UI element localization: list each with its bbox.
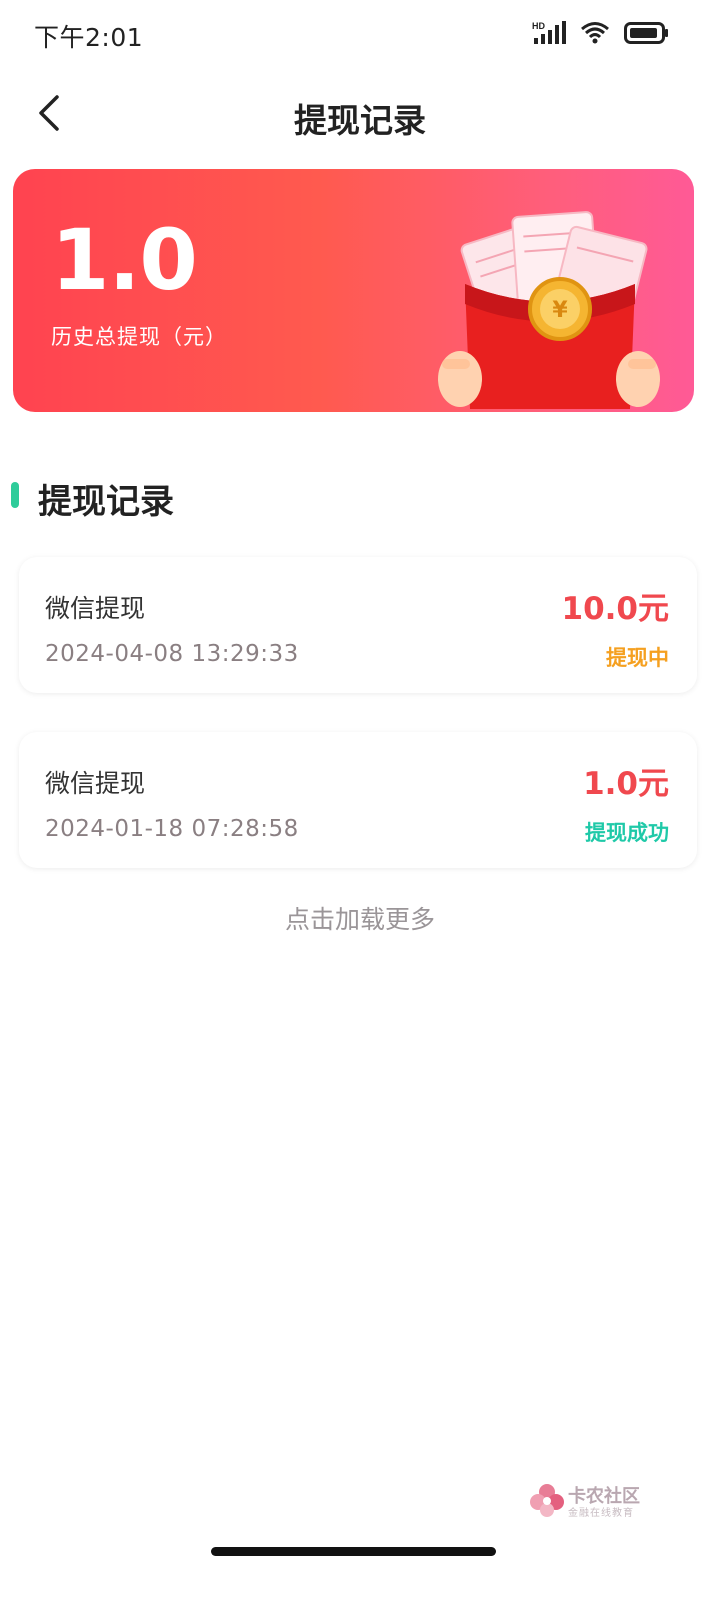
section-header: 提现记录 bbox=[0, 470, 720, 525]
watermark-logo: 卡农社区 金融在线教育 bbox=[530, 1482, 660, 1520]
section-title: 提现记录 bbox=[38, 482, 174, 522]
withdrawal-record[interactable]: 微信提现 2024-01-18 07:28:58 1.0元 提现成功 bbox=[19, 732, 697, 868]
record-time: 2024-01-18 07:28:58 bbox=[45, 816, 299, 842]
svg-text:¥: ¥ bbox=[552, 298, 568, 323]
record-type: 微信提现 bbox=[45, 769, 146, 798]
record-type: 微信提现 bbox=[45, 594, 146, 623]
page-title: 提现记录 bbox=[294, 101, 426, 140]
watermark-subtext: 金融在线教育 bbox=[568, 1508, 634, 1519]
signal-icon: HD bbox=[532, 20, 566, 46]
record-status: 提现成功 bbox=[585, 821, 669, 845]
flower-logo-icon bbox=[530, 1482, 564, 1522]
nav-bar: 提现记录 bbox=[0, 80, 720, 155]
hd-label: HD bbox=[532, 21, 545, 31]
wifi-icon bbox=[580, 21, 610, 45]
total-withdrawal-amount: 1.0 bbox=[51, 211, 198, 309]
load-more-button[interactable]: 点击加载更多 bbox=[0, 900, 720, 936]
record-amount: 10.0元 bbox=[561, 591, 670, 627]
withdrawal-record[interactable]: 微信提现 2024-04-08 13:29:33 10.0元 提现中 bbox=[19, 557, 697, 693]
red-envelope-illustration: ¥ bbox=[430, 209, 670, 412]
record-amount: 1.0元 bbox=[583, 766, 669, 802]
total-withdrawal-label: 历史总提现（元） bbox=[51, 325, 227, 349]
battery-icon bbox=[624, 22, 670, 44]
section-accent-bar bbox=[11, 482, 19, 508]
status-time: 下午2:01 bbox=[34, 23, 144, 52]
home-indicator[interactable] bbox=[211, 1547, 496, 1556]
status-bar: 下午2:01 HD bbox=[0, 0, 720, 70]
total-withdrawal-card: 1.0 历史总提现（元） ¥ bbox=[13, 169, 694, 412]
record-status: 提现中 bbox=[606, 646, 669, 670]
status-icons: HD bbox=[532, 20, 670, 46]
record-time: 2024-04-08 13:29:33 bbox=[45, 641, 299, 667]
